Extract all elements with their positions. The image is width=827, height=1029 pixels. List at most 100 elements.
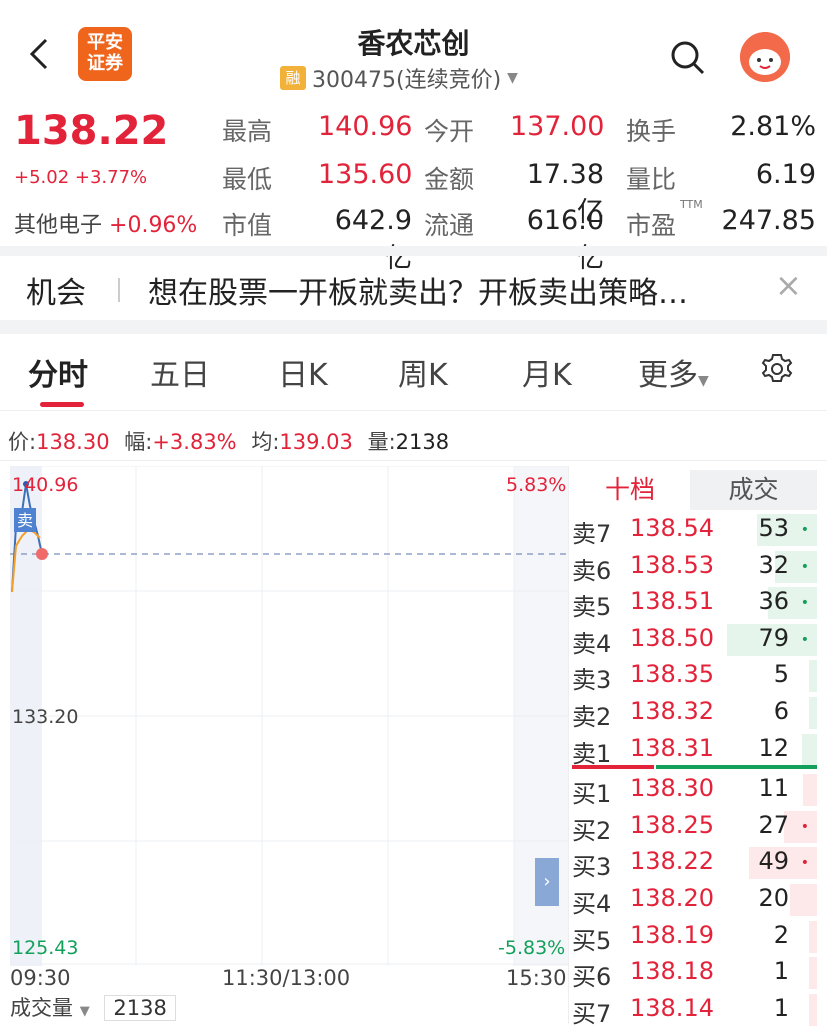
depth-bar [809, 957, 817, 990]
order-book-row[interactable]: 买2 138.25 27 • [572, 809, 817, 845]
change-dot-icon: • [800, 855, 809, 872]
quote-label-market-cap: 市值 [222, 211, 273, 240]
level-price: 138.31 [630, 733, 714, 762]
level-price: 138.25 [630, 810, 714, 839]
order-book-row[interactable]: 卖2 138.32 6 [572, 695, 817, 731]
avatar[interactable] [740, 32, 790, 82]
level-qty: 79 [758, 623, 789, 652]
tab-daily-k[interactable]: 日K [278, 350, 328, 394]
sector-info[interactable]: 其他电子 +0.96% [14, 207, 197, 239]
depth-bar [809, 697, 817, 729]
level-label: 卖5 [572, 593, 612, 622]
tab-ten-levels[interactable]: 十档 [572, 470, 688, 510]
pct-axis-high: 5.83% [506, 474, 567, 496]
last-price: 138.22 [14, 108, 169, 154]
order-book-row[interactable]: 卖4 138.50 79 • [572, 622, 817, 658]
level-qty: 5 [773, 660, 789, 689]
divider [0, 320, 827, 334]
order-book-row[interactable]: 买5 138.19 2 [572, 919, 817, 955]
level-label: 买2 [572, 816, 612, 845]
level-qty: 27 [758, 810, 789, 839]
time-end: 15:30 [506, 966, 567, 990]
stock-name: 香农芯创 [357, 27, 470, 60]
time-start: 09:30 [10, 966, 71, 990]
order-book-row[interactable]: 买3 138.22 49 • [572, 845, 817, 881]
order-book-row[interactable]: 买6 138.18 1 [572, 955, 817, 991]
level-label: 卖3 [572, 666, 612, 695]
level-label: 买4 [572, 890, 612, 918]
gear-icon[interactable] [758, 350, 796, 388]
volume-value: 2138 [104, 995, 176, 1021]
chevron-down-icon: ▼ [698, 373, 709, 389]
level-price: 138.32 [630, 697, 714, 725]
level-qty: 49 [758, 847, 789, 876]
search-icon[interactable] [668, 38, 708, 78]
intraday-chart[interactable]: 卖 [10, 466, 568, 966]
chevron-down-icon: ▼ [507, 70, 518, 86]
depth-bar [809, 920, 817, 953]
level-price: 138.54 [630, 514, 714, 542]
quote-value-pe-ratio: 247.85 [721, 205, 816, 236]
ad-banner[interactable]: 想在股票一开板就卖出？开板卖出策略… [148, 268, 688, 312]
level-price: 138.19 [630, 920, 714, 949]
tab-trades[interactable]: 成交 [690, 470, 817, 510]
level-price: 138.30 [630, 774, 714, 803]
pe-ttm-suffix: TTM [680, 198, 703, 211]
level-qty: 6 [773, 697, 789, 725]
sector-change: +0.96% [109, 213, 198, 238]
quote-label-low: 最低 [222, 165, 273, 194]
depth-bar [802, 774, 817, 807]
level-price: 138.18 [630, 957, 714, 986]
level-qty: 1 [773, 957, 789, 986]
order-book-row[interactable]: 买4 138.20 20 [572, 882, 817, 918]
level-label: 买5 [572, 926, 612, 955]
order-book-row[interactable]: 买1 138.30 11 [572, 772, 817, 808]
quote-value-float-cap: 616.0亿 [526, 205, 604, 274]
change-dot-icon: • [800, 558, 809, 575]
level-qty: 11 [758, 774, 789, 803]
ask-ratio-bar [656, 765, 817, 769]
chevron-down-icon: ▼ [79, 1004, 90, 1019]
current-price-dot [36, 548, 48, 560]
order-book-row[interactable]: 买7 138.14 1 [572, 992, 817, 1028]
sector-name: 其他电子 [14, 213, 103, 238]
level-price: 138.51 [630, 587, 714, 616]
y-axis-mid: 133.20 [12, 706, 79, 728]
order-book-row[interactable]: 卖3 138.35 5 [572, 658, 817, 694]
y-axis-low: 125.43 [12, 937, 79, 959]
ad-label: 机会 [26, 276, 86, 311]
order-book-row[interactable]: 卖5 138.51 36 • [572, 585, 817, 621]
order-book-row[interactable]: 卖1 138.31 12 [572, 732, 817, 768]
divider [118, 278, 120, 302]
tab-monthly-k[interactable]: 月K [522, 350, 572, 394]
depth-bar [809, 993, 817, 1026]
quote-value-volume-ratio: 6.19 [755, 159, 816, 190]
change-dot-icon: • [800, 595, 809, 612]
tab-five-day[interactable]: 五日 [150, 350, 210, 394]
close-icon[interactable]: × [775, 266, 802, 304]
quote-value-market-cap: 642.9亿 [334, 205, 412, 274]
grid [10, 466, 568, 966]
level-qty: 1 [773, 993, 789, 1022]
order-book-row[interactable]: 卖7 138.54 53 • [572, 512, 817, 548]
volume-indicator-selector[interactable]: 成交量 ▼ 2138 [10, 992, 176, 1022]
change-dot-icon: • [800, 818, 809, 835]
divider [568, 466, 569, 1024]
quote-value-open: 137.00 [510, 111, 605, 142]
order-book-row[interactable]: 卖6 138.53 32 • [572, 549, 817, 585]
tab-weekly-k[interactable]: 周K [398, 350, 448, 394]
divider [0, 460, 827, 461]
y-axis-high: 140.96 [12, 474, 79, 496]
chevron-right-icon[interactable]: › [535, 858, 559, 906]
level-price: 138.22 [630, 847, 714, 876]
level-qty: 32 [758, 550, 789, 579]
margin-badge: 融 [280, 66, 306, 90]
tab-intraday[interactable]: 分时 [28, 350, 88, 394]
level-qty: 20 [758, 884, 789, 912]
back-arrow-icon[interactable] [26, 34, 54, 74]
level-price: 138.14 [630, 993, 714, 1022]
stock-code-selector[interactable]: 融 300475(连续竞价) ▼ [280, 64, 518, 93]
level-label: 卖1 [572, 739, 612, 768]
tab-more[interactable]: 更多▼ [638, 350, 709, 394]
level-label: 买6 [572, 963, 612, 992]
